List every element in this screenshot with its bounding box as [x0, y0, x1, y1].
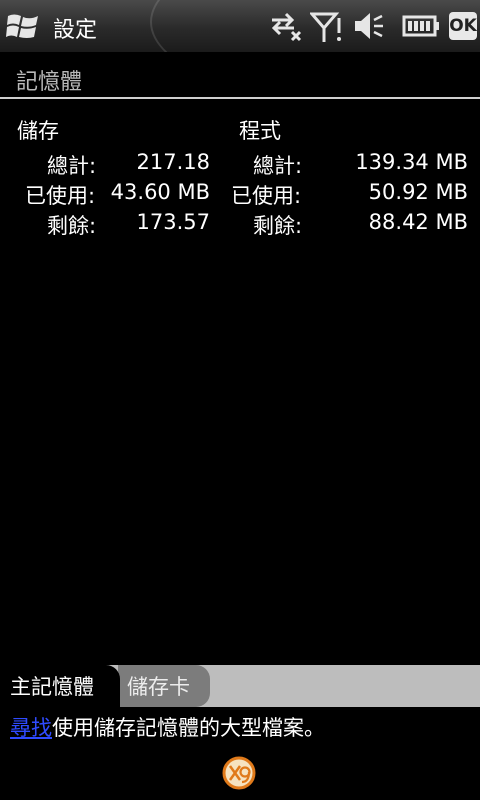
signal-icon[interactable] — [310, 8, 344, 44]
logo-icon — [222, 756, 256, 790]
footer-help: 尋找使用儲存記憶體的大型檔案。 — [10, 712, 325, 742]
program-heading: 程式 — [239, 119, 281, 143]
title-bar: 設定 OK — [0, 0, 480, 52]
windows-start-icon[interactable] — [6, 10, 40, 42]
storage-used-label: 已使用: — [25, 184, 96, 208]
battery-icon[interactable] — [402, 8, 440, 44]
program-used-row: 已使用: 50.92 MB — [220, 180, 480, 208]
storage-free-value: 173.57 — [136, 210, 210, 234]
find-link[interactable]: 尋找 — [10, 716, 52, 740]
section-title: 記憶體 — [16, 70, 83, 95]
storage-total-row: 總計: 217.18 — [0, 150, 240, 178]
program-free-value: 88.42 MB — [368, 210, 468, 234]
header-divider — [0, 97, 480, 99]
data-connection-icon[interactable] — [268, 8, 304, 44]
storage-used-row: 已使用: 43.60 MB — [0, 180, 240, 208]
tab-bar: 儲存卡 主記憶體 — [0, 665, 480, 707]
program-used-label: 已使用: — [231, 184, 302, 208]
program-total-row: 總計: 139.34 MB — [220, 150, 480, 178]
program-free-row: 剩餘: 88.42 MB — [220, 210, 480, 238]
app-title[interactable]: 設定 — [53, 12, 97, 44]
storage-total-label: 總計: — [47, 154, 97, 178]
program-total-value: 139.34 MB — [355, 150, 468, 174]
program-total-label: 總計: — [253, 154, 303, 178]
ok-button[interactable]: OK — [449, 12, 477, 40]
program-used-value: 50.92 MB — [368, 180, 468, 204]
tab-storage-card[interactable]: 儲存卡 — [118, 665, 210, 707]
storage-free-row: 剩餘: 173.57 — [0, 210, 240, 238]
footer-help-text: 使用儲存記憶體的大型檔案。 — [52, 716, 325, 740]
tab-main-memory[interactable]: 主記憶體 — [0, 665, 120, 707]
storage-free-label: 剩餘: — [47, 214, 97, 238]
volume-mute-icon[interactable] — [352, 8, 386, 44]
storage-used-value: 43.60 MB — [110, 180, 210, 204]
storage-heading: 儲存 — [17, 119, 59, 143]
program-free-label: 剩餘: — [253, 214, 303, 238]
storage-total-value: 217.18 — [136, 150, 210, 174]
